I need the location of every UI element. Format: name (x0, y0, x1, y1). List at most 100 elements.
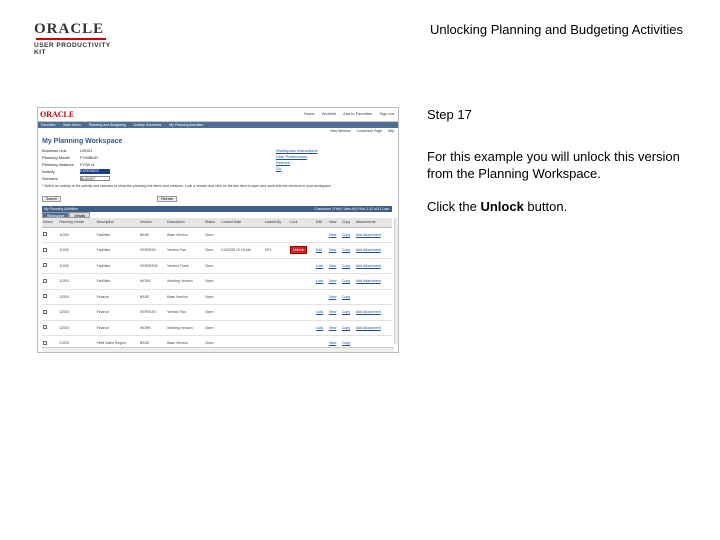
cell-attach[interactable]: Add Attachment (355, 304, 392, 321)
cell-vdesc: Version Two (166, 304, 204, 321)
cell-vdesc: Version Two (166, 242, 204, 259)
nav-item[interactable]: Activity Scenarios (134, 123, 162, 127)
oracle-logo: ORACLE USER PRODUCTIVITY KIT (34, 22, 124, 57)
row-checkbox[interactable] (43, 325, 47, 330)
cell-vdesc: Base Version (166, 289, 204, 305)
row-checkbox[interactable] (43, 294, 47, 299)
horizontal-scrollbar[interactable] (42, 347, 394, 352)
cell-by (263, 258, 290, 274)
cell-edit[interactable]: Lock (314, 320, 328, 336)
form-row: Business Unit US001 (42, 148, 110, 155)
top-link-worklist[interactable]: Worklist (322, 111, 336, 116)
cell-by: VP1 (263, 242, 290, 259)
cell-locked (220, 289, 264, 305)
cell-copy[interactable]: Copy (341, 258, 356, 274)
field-label: Scenario (42, 176, 58, 181)
cell-lock (289, 258, 315, 274)
cell-lock: Unlock (289, 242, 315, 259)
refresh-button[interactable]: Refresh (157, 196, 178, 202)
col-header: Copy (341, 218, 356, 228)
cell-attach[interactable]: Add Attachment (355, 258, 392, 274)
row-select-cell (42, 227, 59, 243)
row-checkbox[interactable] (43, 263, 47, 268)
page-tools: New Window Customize Page http (325, 129, 394, 133)
cell-locked (220, 304, 264, 321)
cell-copy[interactable]: Copy (341, 304, 356, 321)
table-row: 11000 Facilities BASE Base Version Open View C… (42, 227, 392, 243)
cell-view[interactable]: View (327, 227, 341, 243)
cell-center: 11000 (58, 273, 96, 290)
row-select-cell (42, 289, 59, 305)
nav-item[interactable]: My Planning Activities (169, 123, 203, 127)
row-checkbox[interactable] (43, 278, 47, 283)
cell-view[interactable]: View (327, 289, 341, 305)
cell-view[interactable]: View (327, 320, 341, 336)
top-link-favorites[interactable]: Add to Favorites (343, 111, 372, 116)
cell-center: 12000 (58, 320, 96, 336)
cell-edit[interactable]: Edit (314, 242, 328, 259)
unlock-button[interactable]: Unlock (290, 246, 307, 255)
nav-item[interactable]: Favorites (41, 123, 55, 127)
step-instruction: Click the Unlock button. (427, 199, 567, 214)
field-value: FY08 v1 (80, 162, 95, 167)
col-header: Edit (314, 218, 328, 228)
cell-copy[interactable]: Copy (341, 289, 356, 305)
cell-by (263, 320, 290, 336)
activities-table: Select Planning Center Description Versi… (42, 218, 392, 352)
table-row: 12000 Finance VERSION Version Two Open Lock Vi… (42, 304, 392, 321)
col-header: Description (95, 218, 139, 228)
table-row: 12000 Finance BASE Base Version Open View Copy (42, 289, 392, 305)
row-checkbox[interactable] (43, 309, 47, 314)
new-window-link[interactable]: New Window (330, 129, 350, 133)
app-logo: ORACLE (40, 110, 75, 119)
http-link[interactable]: http (388, 129, 394, 133)
cell-edit[interactable]: Lock (314, 258, 328, 274)
step-description: For this example you will unlock this ve… (427, 149, 680, 181)
row-checkbox[interactable] (43, 232, 47, 237)
scenario-select[interactable]: BUDGET (80, 176, 110, 182)
cell-lock (289, 289, 315, 305)
top-link-signout[interactable]: Sign out (379, 111, 394, 116)
col-header: Lock (289, 218, 315, 228)
cell-lock (289, 304, 315, 321)
cell-copy[interactable]: Copy (341, 227, 356, 243)
cell-center: 11000 (58, 242, 96, 259)
customize-page-link[interactable]: Customize Page (356, 129, 382, 133)
cell-attach[interactable]: Add Attachment (355, 320, 392, 336)
cell-copy[interactable]: Copy (341, 273, 356, 290)
row-checkbox[interactable] (43, 340, 47, 345)
cell-edit[interactable]: Lock (314, 304, 328, 321)
cell-locked (220, 258, 264, 274)
nav-item[interactable]: Planning and Budgeting (89, 123, 126, 127)
go-link[interactable]: Go (276, 166, 318, 172)
cell-center: 12000 (58, 289, 96, 305)
top-link-home[interactable]: Home (304, 111, 315, 116)
brand-rule (36, 38, 106, 40)
vertical-scrollbar[interactable] (394, 218, 398, 344)
nav-item[interactable]: Main Menu (63, 123, 80, 127)
instruction-prefix: Click the (427, 199, 481, 214)
cell-edit[interactable]: Lock (314, 273, 328, 290)
cell-status: Open (203, 242, 221, 259)
cell-version: VERSION (138, 304, 167, 321)
cell-view[interactable]: View (327, 242, 341, 259)
cell-center: 12000 (58, 304, 96, 321)
grid-nav[interactable]: Customize | Find | View All | First 1-11… (314, 206, 389, 212)
row-select-cell (42, 320, 59, 336)
row-select-cell (42, 258, 59, 274)
cell-attach[interactable]: Add Attachment (355, 227, 392, 243)
cell-view[interactable]: View (327, 273, 341, 290)
app-breadcrumb-nav: Favorites Main Menu Planning and Budgeti… (38, 122, 398, 128)
cell-copy[interactable]: Copy (341, 320, 356, 336)
field-label: Business Unit (42, 148, 67, 153)
search-button[interactable]: Search (42, 196, 62, 202)
cell-attach[interactable]: Add Attachment (355, 273, 392, 290)
cell-locked: 01/02/08 10:15 AM (220, 242, 264, 259)
cell-edit (314, 227, 328, 243)
cell-attach[interactable]: Add Attachment (355, 242, 392, 259)
activity-select[interactable]: EXPENSES (80, 169, 110, 175)
cell-copy[interactable]: Copy (341, 242, 356, 259)
row-checkbox[interactable] (43, 247, 47, 252)
cell-view[interactable]: View (327, 258, 341, 274)
cell-view[interactable]: View (327, 304, 341, 321)
